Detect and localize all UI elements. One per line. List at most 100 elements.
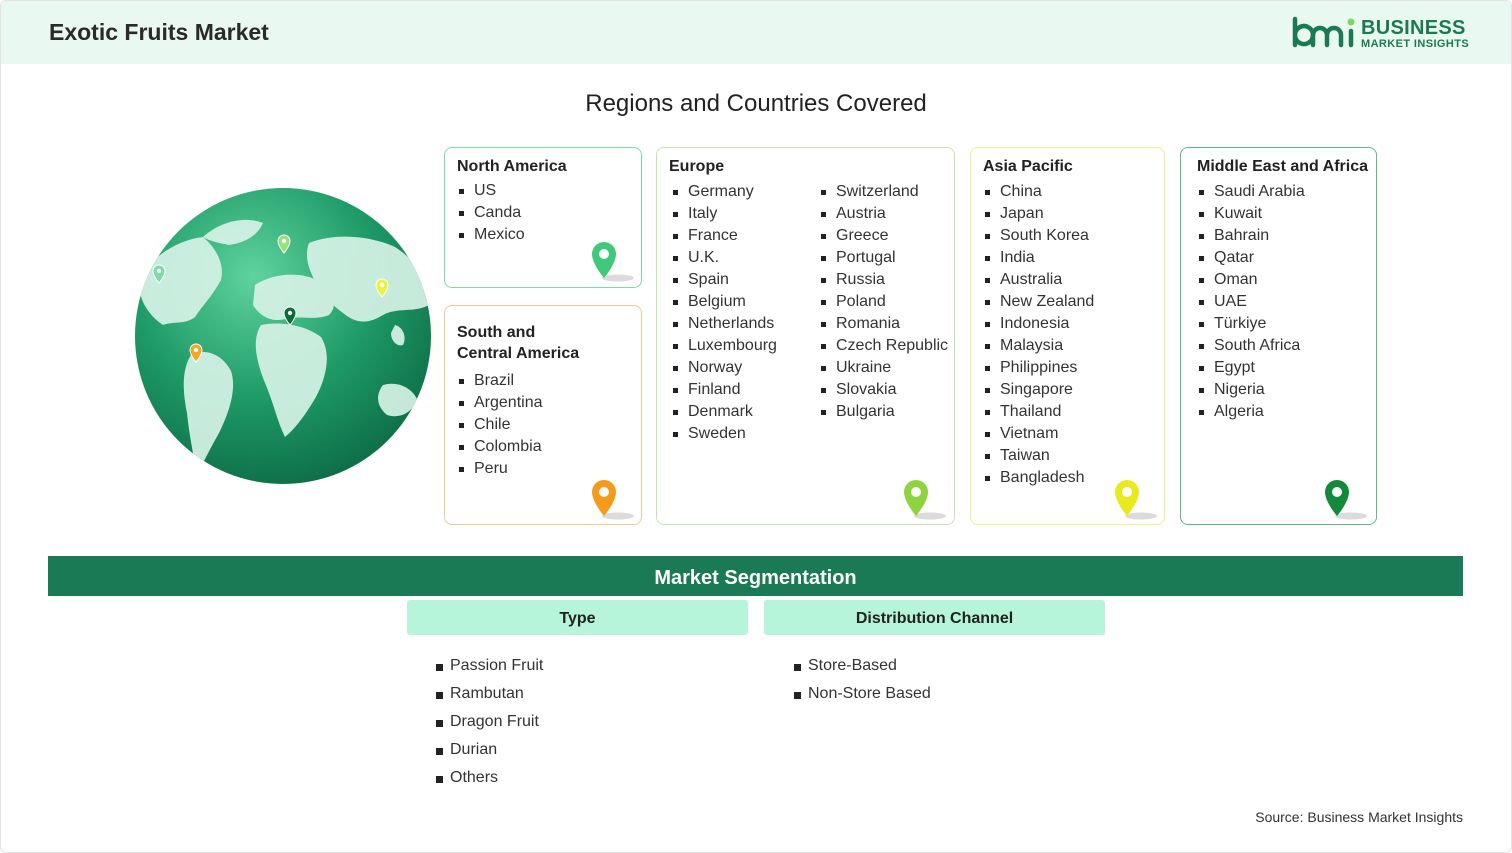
list-item: US	[457, 180, 525, 202]
list-item: Romania	[819, 313, 948, 335]
location-pin-icon	[900, 478, 950, 524]
region-card-europe: Europe Germany Italy France U.K. Spain B…	[656, 147, 955, 525]
list-item: Russia	[819, 269, 948, 291]
logo-text-business: BUSINESS	[1361, 17, 1466, 39]
list-item: Norway	[671, 357, 777, 379]
globe-icon	[135, 188, 431, 484]
list-item: Rambutan	[436, 680, 543, 708]
list-item: South Africa	[1197, 335, 1305, 357]
list-item: Netherlands	[671, 313, 777, 335]
list-item: Bulgaria	[819, 401, 948, 423]
list-item: Czech Republic	[819, 335, 948, 357]
list-item: Germany	[671, 181, 777, 203]
country-list: China Japan South Korea India Australia …	[983, 181, 1094, 489]
regions-title: Regions and Countries Covered	[585, 90, 927, 117]
list-item: Store-Based	[794, 652, 931, 680]
region-name: North America	[457, 158, 567, 175]
location-pin-icon	[1111, 478, 1161, 524]
list-item: Argentina	[457, 392, 543, 414]
list-item: France	[671, 225, 777, 247]
region-card-asia-pacific: Asia Pacific China Japan South Korea Ind…	[970, 147, 1165, 525]
region-card-south-central-america: South and Central America Brazil Argenti…	[444, 305, 642, 525]
list-item: Oman	[1197, 269, 1305, 291]
bmi-logo-icon	[1292, 16, 1355, 48]
list-item: Dragon Fruit	[436, 708, 543, 736]
list-item: Mexico	[457, 224, 525, 246]
list-item: Peru	[457, 458, 543, 480]
list-item: Australia	[983, 269, 1094, 291]
list-item: Luxembourg	[671, 335, 777, 357]
list-item: Singapore	[983, 379, 1094, 401]
list-item: Switzerland	[819, 181, 948, 203]
list-item: Passion Fruit	[436, 652, 543, 680]
list-item: Thailand	[983, 401, 1094, 423]
list-item: Poland	[819, 291, 948, 313]
country-list: US Canda Mexico	[457, 180, 525, 246]
list-item: UAE	[1197, 291, 1305, 313]
list-item: Italy	[671, 203, 777, 225]
list-item: Philippines	[983, 357, 1094, 379]
country-list: Saudi Arabia Kuwait Bahrain Qatar Oman U…	[1197, 181, 1305, 423]
location-pin-icon	[588, 478, 638, 524]
list-item: Others	[436, 764, 543, 792]
list-item: Qatar	[1197, 247, 1305, 269]
list-item: Finland	[671, 379, 777, 401]
list-item: Nigeria	[1197, 379, 1305, 401]
header-bar: Exotic Fruits Market BUSINESS MARKET INS…	[1, 1, 1511, 64]
region-name: Middle East and Africa	[1197, 158, 1368, 175]
region-name-line2: Central America	[457, 345, 580, 362]
location-pin-icon	[1321, 478, 1371, 524]
list-item: Canda	[457, 202, 525, 224]
location-pin-icon	[588, 240, 638, 286]
list-item: Bahrain	[1197, 225, 1305, 247]
list-item: Japan	[983, 203, 1094, 225]
list-item: Austria	[819, 203, 948, 225]
list-item: U.K.	[671, 247, 777, 269]
list-item: Malaysia	[983, 335, 1094, 357]
region-card-middle-east-africa: Middle East and Africa Saudi Arabia Kuwa…	[1180, 147, 1377, 525]
list-item: Saudi Arabia	[1197, 181, 1305, 203]
country-list: Brazil Argentina Chile Colombia Peru	[457, 370, 543, 480]
region-name: Europe	[669, 158, 725, 175]
distribution-channel-segment-list: Store-Based Non-Store Based	[794, 652, 931, 708]
region-name: Asia Pacific	[983, 158, 1073, 175]
segmentation-title-bar: Market Segmentation	[48, 556, 1463, 596]
list-item: Slovakia	[819, 379, 948, 401]
region-name-line1: South and	[457, 324, 536, 341]
segment-heading-distribution-channel: Distribution Channel	[764, 600, 1105, 635]
list-item: Chile	[457, 414, 543, 436]
page-title: Exotic Fruits Market	[49, 19, 269, 45]
list-item: Sweden	[671, 423, 777, 445]
region-card-north-america: North America US Canda Mexico	[444, 147, 642, 288]
list-item: Colombia	[457, 436, 543, 458]
logo-text-market-insights: MARKET INSIGHTS	[1361, 38, 1470, 50]
list-item: Denmark	[671, 401, 777, 423]
type-segment-list: Passion Fruit Rambutan Dragon Fruit Duri…	[436, 652, 543, 792]
source-note: Source: Business Market Insights	[1255, 809, 1463, 825]
list-item: China	[983, 181, 1094, 203]
list-item: Durian	[436, 736, 543, 764]
list-item: Indonesia	[983, 313, 1094, 335]
list-item: South Korea	[983, 225, 1094, 247]
list-item: Brazil	[457, 370, 543, 392]
list-item: Egypt	[1197, 357, 1305, 379]
list-item: New Zealand	[983, 291, 1094, 313]
list-item: Algeria	[1197, 401, 1305, 423]
list-item: Türkiye	[1197, 313, 1305, 335]
list-item: India	[983, 247, 1094, 269]
list-item: Belgium	[671, 291, 777, 313]
list-item: Non-Store Based	[794, 680, 931, 708]
list-item: Kuwait	[1197, 203, 1305, 225]
brand-logo: BUSINESS MARKET INSIGHTS	[1291, 15, 1471, 53]
segment-heading-type: Type	[407, 600, 748, 635]
country-list-col1: Germany Italy France U.K. Spain Belgium …	[671, 181, 777, 445]
list-item: Greece	[819, 225, 948, 247]
list-item: Spain	[671, 269, 777, 291]
list-item: Portugal	[819, 247, 948, 269]
globe-illustration	[133, 185, 433, 487]
list-item: Vietnam	[983, 423, 1094, 445]
country-list-col2: Switzerland Austria Greece Portugal Russ…	[819, 181, 948, 423]
list-item: Ukraine	[819, 357, 948, 379]
list-item: Taiwan	[983, 445, 1094, 467]
list-item: Bangladesh	[983, 467, 1094, 489]
